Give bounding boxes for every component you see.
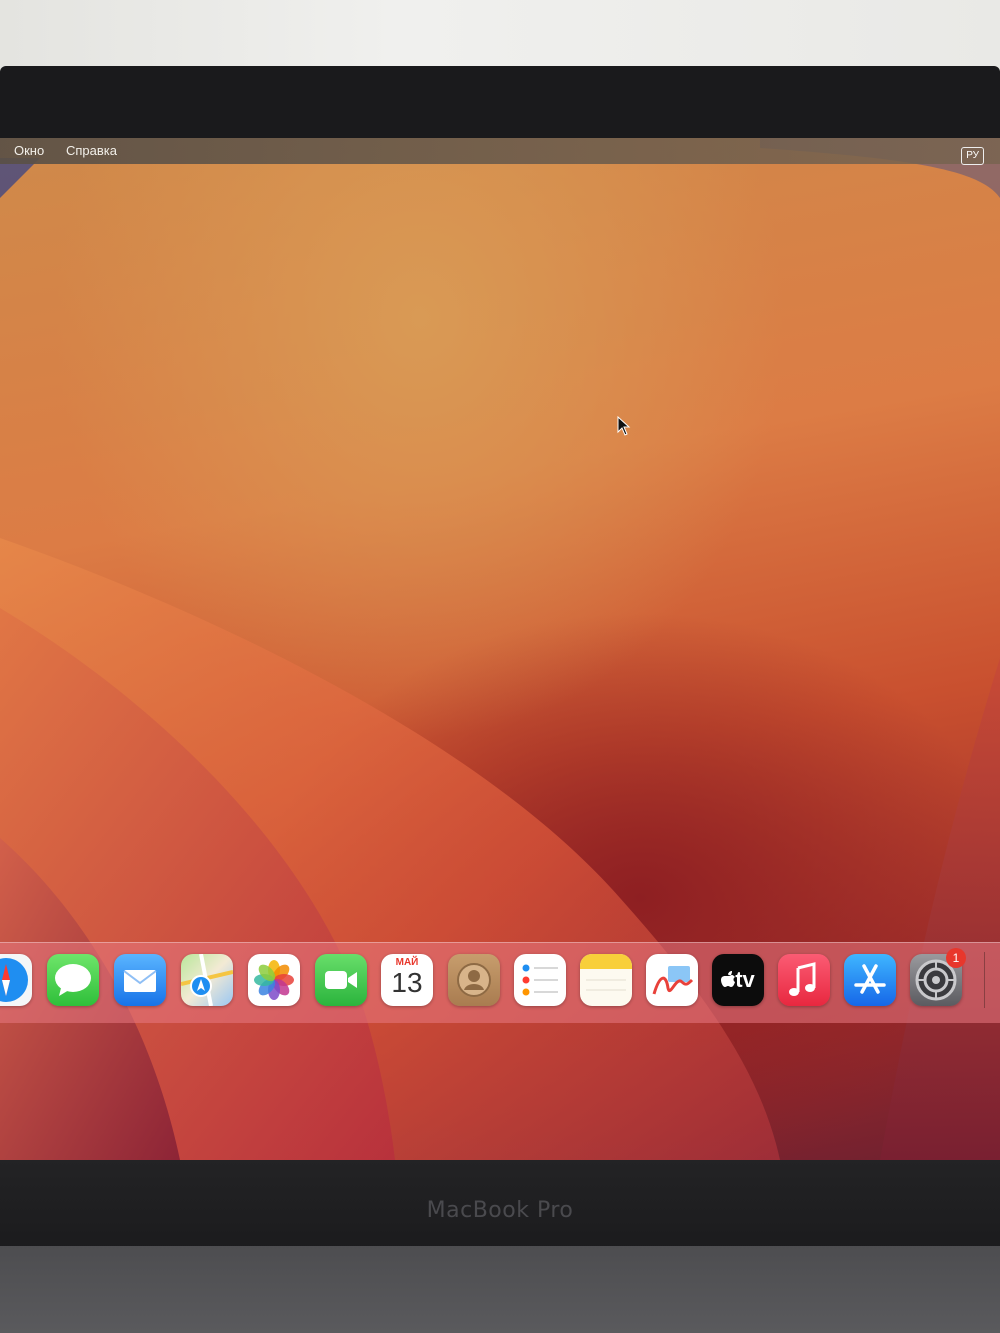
dock-app-safari[interactable] bbox=[0, 954, 32, 1006]
dock-app-maps[interactable] bbox=[181, 954, 233, 1006]
dock-app-reminders[interactable] bbox=[514, 954, 566, 1006]
notification-badge: 1 bbox=[946, 948, 966, 968]
notes-icon bbox=[580, 954, 632, 991]
maps-icon bbox=[181, 954, 233, 1006]
laptop-base bbox=[0, 1246, 1000, 1333]
dock-app-appstore[interactable] bbox=[844, 954, 896, 1006]
dock-app-notes[interactable] bbox=[580, 954, 632, 1006]
dock-app-appletv[interactable]: tv bbox=[712, 954, 764, 1006]
messages-icon bbox=[55, 964, 91, 996]
dock-app-photos[interactable] bbox=[248, 954, 300, 1006]
mouse-cursor-icon bbox=[617, 416, 631, 436]
input-language-indicator[interactable]: РУ bbox=[961, 147, 984, 165]
appletv-label: tv bbox=[735, 967, 755, 992]
dock-app-music[interactable] bbox=[778, 954, 830, 1006]
dock-app-freeform[interactable] bbox=[646, 954, 698, 1006]
contacts-icon bbox=[457, 963, 491, 997]
dock-app-mail[interactable] bbox=[114, 954, 166, 1006]
dock-app-messages[interactable] bbox=[47, 954, 99, 1006]
device-model-label: MacBook Pro bbox=[426, 1198, 574, 1223]
photos-icon bbox=[254, 960, 294, 1000]
apple-logo-icon bbox=[721, 971, 736, 987]
menu-item-help[interactable]: Справка bbox=[66, 143, 117, 158]
freeform-icon bbox=[652, 966, 694, 995]
dock-app-calendar[interactable]: МАЙ 13 bbox=[381, 954, 433, 1006]
facetime-icon bbox=[325, 971, 357, 989]
safari-icon bbox=[0, 958, 28, 1002]
appstore-icon bbox=[854, 964, 886, 994]
reminders-icon bbox=[522, 964, 558, 996]
menu-bar: Окно Справка РУ bbox=[0, 138, 1000, 165]
mail-icon bbox=[123, 970, 157, 992]
calendar-day: 13 bbox=[391, 967, 423, 998]
music-icon bbox=[789, 962, 816, 996]
dock-app-contacts[interactable] bbox=[448, 954, 500, 1006]
dock-app-facetime[interactable] bbox=[315, 954, 367, 1006]
menu-item-window[interactable]: Окно bbox=[14, 143, 44, 158]
dock-divider bbox=[984, 952, 985, 1008]
